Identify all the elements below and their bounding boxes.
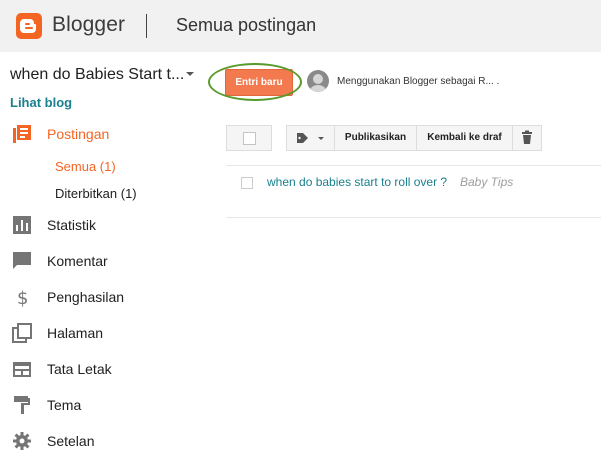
sidebar-subitem-published[interactable]: Diterbitkan (1) [55,186,137,201]
blog-selector[interactable]: when do Babies Start t... [10,66,184,84]
label-dropdown-button[interactable] [287,126,335,150]
sidebar-item-label: Statistik [47,217,97,233]
delete-button[interactable] [513,126,541,150]
brand-name[interactable]: Blogger [52,13,125,37]
list-divider [226,165,601,166]
post-title-link[interactable]: when do babies start to roll over ? [267,175,447,189]
tag-icon [297,133,324,143]
trash-icon [522,130,532,144]
sidebar-item-earnings[interactable]: $ Penghasilan [0,281,200,313]
stats-icon [13,216,31,234]
avatar[interactable] [307,70,329,92]
sidebar-item-label: Halaman [47,325,104,341]
post-label-tag[interactable]: Baby Tips [460,175,513,189]
list-divider [226,217,601,218]
comment-icon [13,252,31,269]
checkbox-box [243,132,256,145]
blogger-logo-icon[interactable] [16,13,42,39]
highlight-ring [208,63,302,101]
sidebar-item-theme[interactable]: Tema [0,389,200,421]
sidebar-item-label: Postingan [47,126,110,142]
layout-icon [13,362,31,377]
dollar-icon: $ [17,288,28,307]
sidebar-item-label: Tema [47,397,82,413]
sidebar-item-stats[interactable]: Statistik [0,209,200,241]
pages-icon [12,323,32,343]
gear-icon [13,432,31,450]
svg-text:$: $ [17,288,28,307]
top-bar: Blogger Semua postingan [0,0,601,52]
account-label: Menggunakan Blogger sebagai R... . [337,76,500,87]
posts-icon [13,125,31,143]
sidebar-item-layout[interactable]: Tata Letak [0,353,200,385]
sidebar-item-label: Tata Letak [47,361,112,377]
page-title: Semua postingan [176,15,317,35]
row-checkbox[interactable] [241,177,253,189]
view-blog-link[interactable]: Lihat blog [10,95,72,110]
sidebar-item-label: Penghasilan [47,289,125,305]
paint-roller-icon [14,396,30,414]
sidebar-item-pages[interactable]: Halaman [0,317,200,349]
revert-to-draft-button[interactable]: Kembali ke draf [417,126,513,150]
sidebar-item-label: Setelan [47,433,95,449]
header-divider [146,14,147,38]
select-all-checkbox[interactable] [226,125,272,151]
sidebar-subitem-all[interactable]: Semua (1) [55,159,116,174]
sidebar-item-settings[interactable]: Setelan [0,425,200,457]
post-actions-toolbar: Publikasikan Kembali ke draf [286,125,542,151]
publish-button[interactable]: Publikasikan [335,126,417,150]
sidebar-item-posts[interactable]: Postingan [0,118,200,150]
sidebar-item-label: Komentar [47,253,108,269]
chevron-down-icon[interactable] [186,72,194,76]
sidebar-item-comments[interactable]: Komentar [0,245,200,277]
